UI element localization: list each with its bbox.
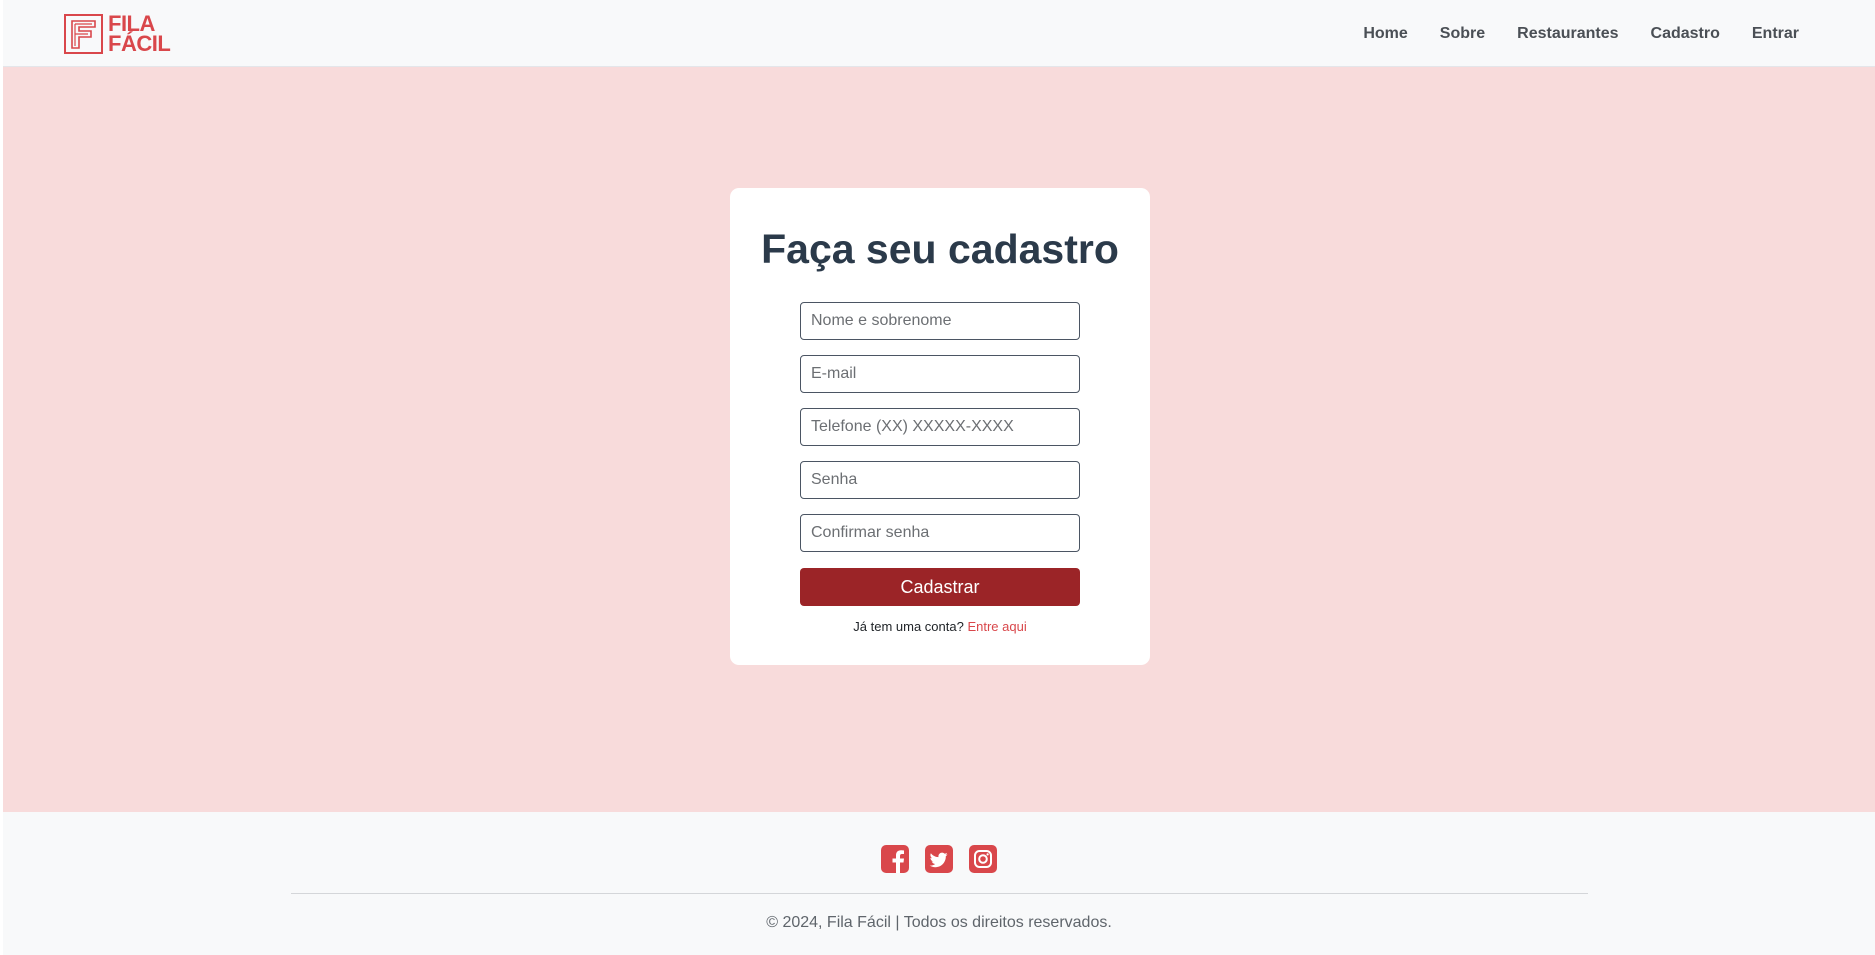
nav-link-entrar[interactable]: Entrar: [1736, 25, 1815, 43]
page: FILA FÁCIL Home Sobre Restaurantes Cadas…: [3, 0, 1875, 955]
password-field[interactable]: [800, 461, 1080, 499]
nav-link-cadastro[interactable]: Cadastro: [1635, 25, 1736, 43]
signup-card: Faça seu cadastro Cadastrar Já tem uma c…: [730, 188, 1150, 665]
logo-mark-icon: [64, 14, 103, 54]
facebook-icon[interactable]: [881, 845, 909, 873]
footer-divider: [291, 893, 1588, 894]
brand-logo[interactable]: FILA FÁCIL: [64, 13, 171, 56]
login-prompt: Já tem uma conta?: [853, 619, 964, 634]
nav-links: Home Sobre Restaurantes Cadastro Entrar: [1347, 0, 1815, 67]
nav-link-restaurantes[interactable]: Restaurantes: [1501, 25, 1634, 43]
twitter-icon[interactable]: [925, 845, 953, 873]
brand-name: FILA FÁCIL: [108, 13, 171, 56]
main-section: Faça seu cadastro Cadastrar Já tem uma c…: [3, 67, 1875, 812]
login-hint: Já tem uma conta? Entre aqui: [730, 619, 1150, 634]
navbar: FILA FÁCIL Home Sobre Restaurantes Cadas…: [3, 0, 1875, 67]
copyright-text: © 2024, Fila Fácil | Todos os direitos r…: [766, 914, 1112, 931]
nav-link-sobre[interactable]: Sobre: [1424, 25, 1501, 43]
footer: © 2024, Fila Fácil | Todos os direitos r…: [3, 812, 1875, 955]
phone-field[interactable]: [800, 408, 1080, 446]
page-title: Faça seu cadastro: [761, 226, 1119, 272]
nav-link-home[interactable]: Home: [1347, 25, 1423, 43]
instagram-icon[interactable]: [969, 845, 997, 873]
signup-button[interactable]: Cadastrar: [800, 568, 1080, 606]
brand-line-2: FÁCIL: [108, 31, 171, 56]
email-field[interactable]: [800, 355, 1080, 393]
social-links: [3, 845, 1875, 873]
name-field[interactable]: [800, 302, 1080, 340]
login-link[interactable]: Entre aqui: [967, 619, 1026, 634]
confirm-password-field[interactable]: [800, 514, 1080, 552]
